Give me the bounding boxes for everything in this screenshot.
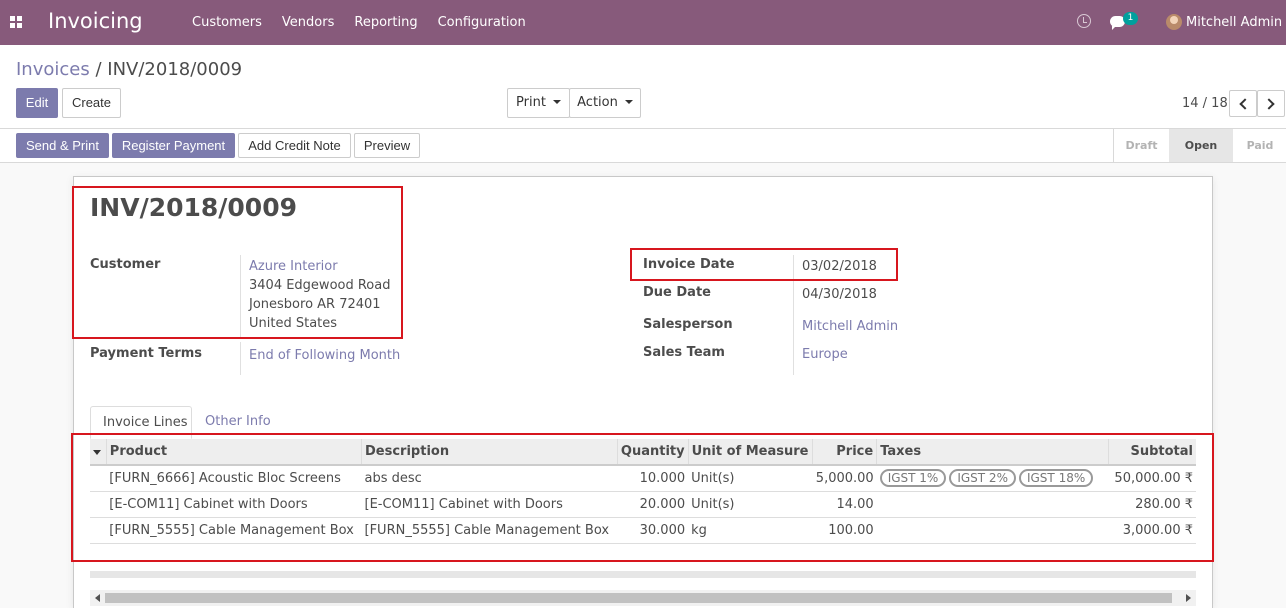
pager-previous-button[interactable] [1229, 90, 1257, 117]
menu-vendors[interactable]: Vendors [272, 0, 344, 45]
breadcrumb-invoices-link[interactable]: Invoices [16, 59, 90, 80]
payment-terms-label: Payment Terms [90, 346, 203, 361]
action-dropdown[interactable]: Action [569, 88, 641, 118]
user-menu[interactable]: Mitchell Admin [1186, 15, 1282, 30]
menu-customers[interactable]: Customers [182, 0, 272, 45]
chevron-right-icon [1263, 98, 1275, 110]
chevron-left-icon [1239, 98, 1251, 110]
scroll-left-arrow-icon[interactable] [95, 594, 100, 602]
invoice-date-highlight-box [630, 248, 898, 281]
scrollbar-thumb[interactable] [105, 593, 1172, 603]
invoice-sheet: INV/2018/0009 Customer Azure Interior 34… [71, 176, 1214, 608]
main-menu: Customers Vendors Reporting Configuratio… [182, 0, 536, 45]
due-date-label: Due Date [643, 285, 711, 300]
breadcrumb: Invoices / INV/2018/0009 [16, 59, 242, 80]
stage-draft: Draft [1125, 139, 1158, 152]
app-title: Invoicing [48, 9, 143, 33]
create-button[interactable]: Create [62, 88, 121, 118]
scroll-right-arrow-icon[interactable] [1186, 594, 1191, 602]
sales-team-link[interactable]: Europe [802, 347, 848, 362]
pager-value: 14 / 18 [1182, 96, 1228, 111]
top-navbar: Invoicing Customers Vendors Reporting Co… [0, 0, 1286, 45]
preview-button[interactable]: Preview [354, 133, 420, 158]
register-payment-button[interactable]: Register Payment [112, 133, 235, 158]
table-footer-bar [90, 571, 1196, 578]
stage-open: Open [1169, 129, 1233, 162]
status-stages: Draft Open Paid [1113, 129, 1286, 162]
breadcrumb-separator: / [95, 59, 102, 80]
print-dropdown-label: Print [516, 95, 546, 110]
salesperson-label: Salesperson [643, 317, 733, 332]
stage-paid: Paid [1246, 139, 1274, 152]
action-dropdown-label: Action [577, 95, 618, 110]
form-view: INV/2018/0009 Customer Azure Interior 34… [0, 163, 1286, 608]
messages-count-badge: 1 [1123, 12, 1138, 25]
activity-clock-icon[interactable] [1077, 14, 1091, 28]
caret-down-icon [552, 100, 561, 104]
menu-reporting[interactable]: Reporting [344, 0, 427, 45]
form-statusbar: Send & Print Register Payment Add Credit… [0, 129, 1286, 163]
customer-highlight-box [72, 186, 403, 339]
payment-terms-link[interactable]: End of Following Month [249, 348, 400, 363]
user-avatar[interactable] [1166, 14, 1182, 30]
salesperson-link[interactable]: Mitchell Admin [802, 319, 898, 334]
add-credit-note-button[interactable]: Add Credit Note [238, 133, 351, 158]
horizontal-scrollbar[interactable] [90, 590, 1196, 606]
send-print-button[interactable]: Send & Print [16, 133, 109, 158]
pager-next-button[interactable] [1257, 90, 1285, 117]
sales-team-label: Sales Team [643, 345, 725, 360]
edit-button[interactable]: Edit [16, 88, 58, 118]
due-date-value: 04/30/2018 [802, 287, 877, 302]
print-dropdown[interactable]: Print [507, 88, 570, 118]
field-divider [240, 342, 241, 375]
control-panel: Invoices / INV/2018/0009 Edit Create Pri… [0, 45, 1286, 129]
caret-down-icon [624, 100, 633, 104]
breadcrumb-current: INV/2018/0009 [107, 59, 243, 80]
apps-grid-icon[interactable] [10, 16, 22, 28]
menu-configuration[interactable]: Configuration [428, 0, 536, 45]
invoice-lines-highlight-box [71, 433, 1214, 562]
